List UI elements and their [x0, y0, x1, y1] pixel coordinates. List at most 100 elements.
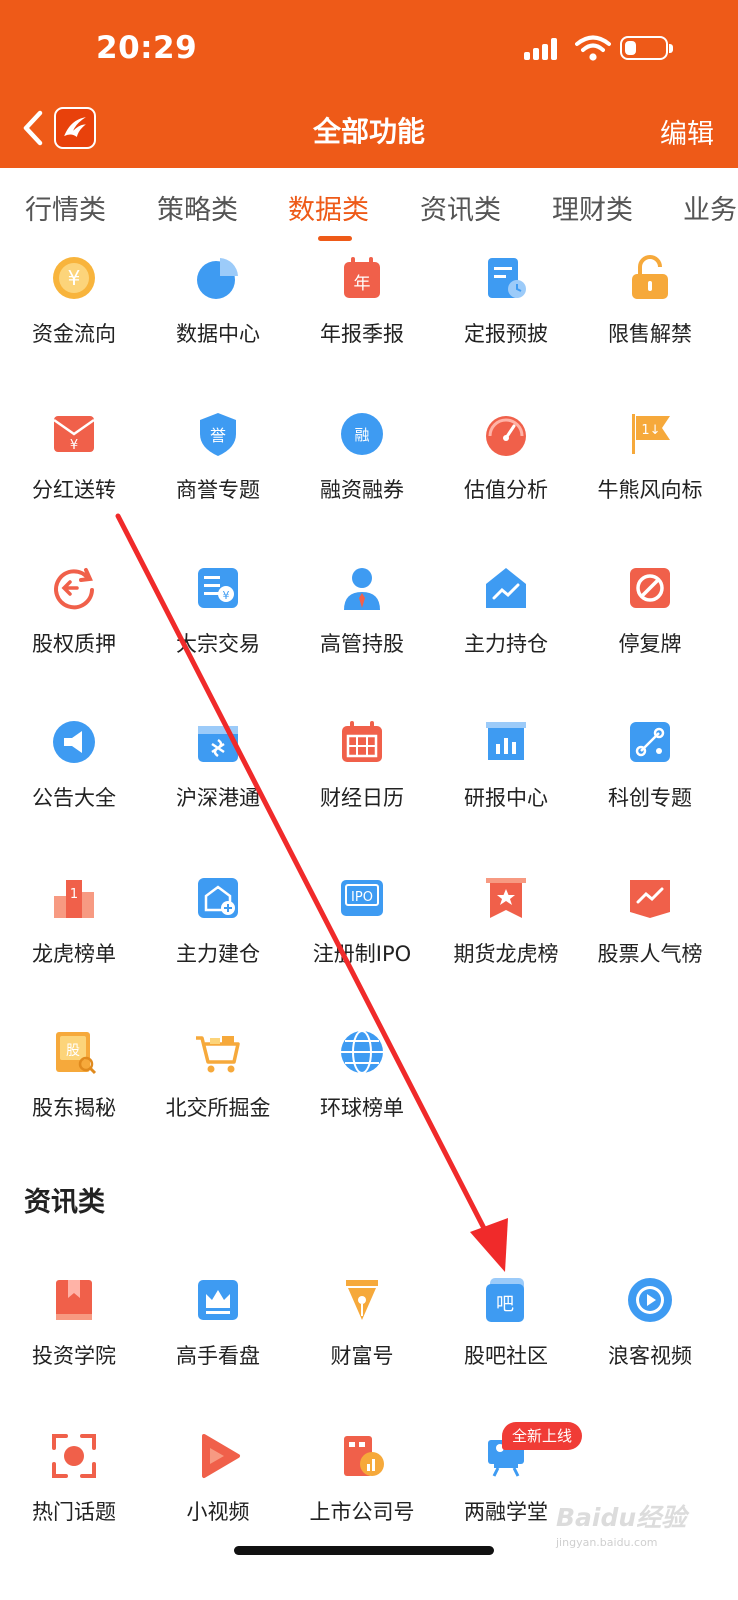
section-title-news: 资讯类 — [24, 1187, 105, 1218]
document-clock-icon — [488, 258, 526, 298]
margin-circle-icon: 融 — [341, 413, 383, 455]
report-board-icon — [486, 722, 526, 760]
func-item[interactable]: 1 龙虎榜单 — [0, 874, 148, 994]
guba-icon: 吧 — [486, 1278, 524, 1322]
func-item[interactable]: 股权质押 — [0, 564, 148, 684]
watermark: Baidu经验 jingyan.baidu.com — [556, 1498, 706, 1558]
func-item[interactable]: 公告大全 — [0, 718, 148, 838]
func-item[interactable]: 沪深港通 — [144, 718, 292, 838]
func-item[interactable]: 主力持仓 — [432, 564, 580, 684]
func-item[interactable]: 定报预披 — [432, 254, 580, 374]
svg-text:吧: 吧 — [496, 1294, 514, 1315]
func-item[interactable]: 誉 商誉专题 — [144, 410, 292, 530]
bookmark-book-icon — [56, 1280, 92, 1320]
wifi-icon — [575, 35, 611, 61]
func-item[interactable]: 热门话题 — [0, 1432, 148, 1552]
shield-badge-icon: 誉 — [200, 413, 236, 456]
ipo-icon: IPO — [341, 880, 383, 916]
pie-chart-icon — [197, 258, 238, 299]
unlock-icon — [632, 255, 668, 299]
func-item[interactable]: IPO 注册制IPO — [288, 874, 436, 994]
gauge-icon — [486, 416, 526, 456]
svg-text:¥: ¥ — [70, 438, 78, 453]
edit-button[interactable]: 编辑 — [660, 112, 714, 151]
func-item[interactable]: 股 股东揭秘 — [0, 1028, 148, 1148]
home-indicator[interactable] — [234, 1546, 494, 1555]
func-item[interactable]: ¥ 大宗交易 — [144, 564, 292, 684]
svg-text:1↓: 1↓ — [641, 423, 660, 438]
svg-text:融: 融 — [354, 426, 369, 444]
func-item[interactable]: ¥ 分红送转 — [0, 410, 148, 530]
func-item[interactable]: 限售解禁 — [576, 254, 724, 374]
cellular-signal-icon — [524, 38, 564, 60]
globe-icon — [341, 1030, 383, 1074]
podium-icon: 1 — [54, 880, 94, 918]
tech-nodes-icon — [630, 722, 670, 762]
func-item[interactable]: 吧 股吧社区 — [432, 1276, 580, 1396]
prohibit-icon — [630, 568, 670, 608]
func-item[interactable]: 数据中心 — [144, 254, 292, 374]
svg-text:誉: 誉 — [210, 426, 226, 445]
func-item[interactable]: 财经日历 — [288, 718, 436, 838]
page-title: 全部功能 — [312, 115, 425, 148]
func-item[interactable]: 主力建仓 — [144, 874, 292, 994]
tab-business[interactable]: 业务 — [683, 188, 737, 227]
svg-text:1: 1 — [70, 887, 78, 902]
bulk-trade-icon: ¥ — [198, 568, 238, 608]
red-envelope-icon: ¥ — [53, 416, 95, 453]
svg-text:¥: ¥ — [68, 266, 81, 290]
tab-strategy[interactable]: 策略类 — [157, 188, 238, 227]
func-item[interactable]: ¥ 资金流向 — [0, 254, 148, 374]
func-item[interactable]: 高手看盘 — [144, 1276, 292, 1396]
svg-text:年: 年 — [354, 274, 371, 294]
calendar-grid-icon — [342, 721, 382, 762]
watermark-brand: Baidu经验 — [556, 1503, 687, 1532]
status-time: 20:29 — [96, 30, 198, 66]
trend-banner-icon — [630, 880, 670, 918]
active-tab-indicator — [318, 236, 352, 241]
gold-cart-icon — [196, 1036, 240, 1073]
executive-icon — [344, 568, 380, 610]
func-item[interactable]: 股票人气榜 — [576, 874, 724, 994]
func-item[interactable]: 研报中心 — [432, 718, 580, 838]
flag-icon: 1↓ — [632, 414, 670, 454]
func-item[interactable]: 期货龙虎榜 — [432, 874, 580, 994]
func-item[interactable]: 1↓ 牛熊风向标 — [576, 410, 724, 530]
watermark-url: jingyan.baidu.com — [556, 1536, 658, 1549]
hk-connect-icon — [198, 726, 238, 762]
shareholder-book-icon: 股 — [56, 1032, 97, 1075]
svg-text:股: 股 — [66, 1043, 80, 1059]
play-triangle-icon — [202, 1434, 240, 1478]
func-item[interactable]: 环球榜单 — [288, 1028, 436, 1148]
category-tabs: 行情类 策略类 数据类 资讯类 理财类 业务 — [0, 168, 738, 248]
svg-text:¥: ¥ — [223, 589, 230, 602]
tab-finance[interactable]: 理财类 — [552, 188, 633, 227]
func-item[interactable]: 北交所掘金 — [144, 1028, 292, 1148]
func-item[interactable]: 科创专题 — [576, 718, 724, 838]
pen-nib-icon — [346, 1280, 378, 1320]
func-item[interactable]: 小视频 — [144, 1432, 292, 1552]
func-item[interactable]: 财富号 — [288, 1276, 436, 1396]
house-add-icon — [198, 878, 238, 918]
tab-data[interactable]: 数据类 — [288, 188, 369, 227]
func-item[interactable]: 年 年报季报 — [288, 254, 436, 374]
tab-news[interactable]: 资讯类 — [420, 188, 501, 227]
play-circle-icon — [628, 1278, 672, 1322]
func-item[interactable]: 估值分析 — [432, 410, 580, 530]
crown-screen-icon — [198, 1280, 238, 1320]
battery-icon — [620, 36, 673, 60]
func-item[interactable]: 浪客视频 — [576, 1276, 724, 1396]
new-badge: 全新上线 — [502, 1422, 583, 1450]
company-chart-icon — [344, 1436, 384, 1476]
func-item[interactable]: 投资学院 — [0, 1276, 148, 1396]
megaphone-icon — [53, 721, 95, 763]
func-item[interactable]: 停复牌 — [576, 564, 724, 684]
app-header: 20:29 全部功能 编辑 — [0, 0, 738, 168]
calendar-year-icon: 年 — [344, 257, 380, 298]
pledge-refresh-icon — [54, 568, 94, 610]
func-item[interactable]: 上市公司号 — [288, 1432, 436, 1552]
tab-market[interactable]: 行情类 — [25, 188, 106, 227]
func-item[interactable]: 高管持股 — [288, 564, 436, 684]
focus-target-icon — [52, 1434, 96, 1478]
func-item[interactable]: 融 融资融券 — [288, 410, 436, 530]
